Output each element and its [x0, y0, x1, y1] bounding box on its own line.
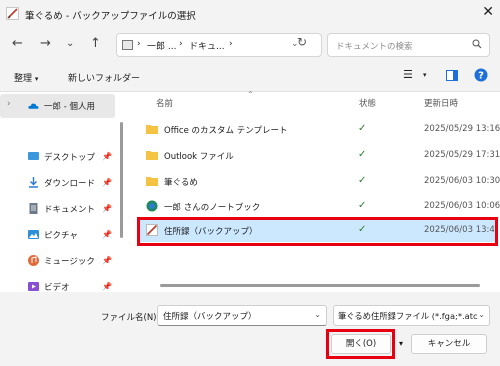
filename-field[interactable]: 住所録（バックアップ） ⌄ [157, 305, 327, 326]
file-modified: 2025/06/03 10:06 [424, 201, 500, 211]
help-icon[interactable]: ? [474, 68, 488, 85]
selection-highlight-box [137, 217, 498, 246]
breadcrumb-separator-icon: › [229, 39, 233, 49]
column-header-status[interactable]: 状態 [359, 97, 376, 109]
sidebar-item-label: ピクチャ [44, 231, 78, 241]
horizontal-scrollbar[interactable] [160, 284, 480, 287]
view-options-chevron-icon[interactable]: ▾ [423, 71, 427, 79]
folder-icon [146, 125, 158, 134]
svg-text:?: ? [478, 71, 484, 82]
window-title: 筆ぐるめ - バックアップファイルの選択 [25, 11, 196, 22]
filename-label: ファイル名(N): [101, 313, 160, 323]
file-list: 名前 ⌃ 状態 更新日時 Office のカスタム テンプレート ✓ 2025/… [128, 90, 500, 292]
list-item[interactable]: 筆ぐるめ ✓ 2025/06/03 10:30 [138, 171, 500, 193]
pin-icon[interactable]: 📌 [102, 204, 112, 213]
expand-chevron-icon[interactable]: › [7, 99, 11, 109]
search-box[interactable]: ドキュメントの検索 [327, 33, 490, 57]
up-arrow-icon[interactable]: ↑ [90, 36, 101, 51]
organize-label: 整理 [14, 74, 33, 84]
breadcrumb-separator-icon: › [179, 39, 183, 49]
breadcrumb-user[interactable]: 一郎 ... [147, 39, 176, 52]
command-toolbar: 整理 ▾ 新しいフォルダー ☰ ▾ ? [0, 62, 500, 92]
breadcrumb-separator-icon: › [137, 39, 141, 49]
close-icon[interactable]: ✕ [482, 4, 494, 20]
navigation-pane: › 一郎 - 個人用 デスクトップ 📌 ダウンロード 📌 ドキュメント 📌 ピク… [0, 92, 128, 293]
chevron-down-icon: ▾ [34, 75, 39, 83]
title-bar: 筆ぐるめ - バックアップファイルの選択 ✕ [0, 0, 500, 28]
filetype-value: 筆ぐるめ住所録ファイル (*.fga;*.atc [338, 311, 478, 321]
search-icon [472, 39, 482, 49]
document-icon [29, 203, 38, 214]
onenote-globe-icon [146, 200, 158, 212]
cancel-button[interactable]: キャンセル [411, 334, 487, 354]
sync-check-icon: ✓ [358, 149, 367, 160]
sidebar-item-onedrive[interactable]: › 一郎 - 個人用 [0, 94, 115, 118]
sync-check-icon: ✓ [358, 200, 367, 211]
list-item[interactable]: Office のカスタム テンプレート ✓ 2025/05/29 13:16 [138, 119, 500, 141]
sidebar-item-label: 一郎 - 個人用 [44, 102, 95, 112]
open-options-chevron-icon[interactable]: ▾ [395, 335, 407, 353]
open-button-highlight-box [326, 329, 395, 359]
list-item[interactable]: 一郎 さんのノートブック ✓ 2025/06/03 10:06 [138, 196, 500, 218]
navigation-bar: ← → ⌄ ↑ › 一郎 ... › ドキュ... › ⌄ ↻ ドキュメントの検… [0, 28, 500, 62]
dialog-footer: ファイル名(N): 住所録（バックアップ） ⌄ 筆ぐるめ住所録ファイル (*.f… [0, 292, 500, 366]
music-icon [28, 255, 39, 266]
folder-icon [146, 177, 158, 186]
download-icon [29, 177, 38, 188]
new-folder-button[interactable]: 新しいフォルダー [68, 71, 140, 84]
fudegurume-app-icon [6, 7, 19, 20]
onedrive-cloud-icon [28, 103, 39, 109]
sync-check-icon: ✓ [358, 175, 367, 186]
file-modified: 2025/05/29 13:16 [424, 124, 500, 134]
file-name: 一郎 さんのノートブック [164, 203, 261, 213]
back-arrow-icon[interactable]: ← [12, 36, 23, 51]
pin-icon[interactable]: 📌 [102, 152, 112, 161]
location-icon [122, 40, 133, 50]
recent-locations-chevron-icon[interactable]: ⌄ [66, 38, 74, 49]
desktop-icon [28, 152, 39, 160]
file-name: Office のカスタム テンプレート [164, 126, 288, 136]
list-item[interactable]: Outlook ファイル ✓ 2025/05/29 17:31 [138, 145, 500, 167]
file-modified: 2025/05/29 17:31 [424, 150, 500, 160]
pin-icon[interactable]: 📌 [102, 256, 112, 265]
pin-icon[interactable]: 📌 [102, 282, 112, 291]
file-modified: 2025/06/03 10:30 [424, 176, 500, 186]
search-input[interactable]: ドキュメントの検索 [336, 40, 413, 52]
chevron-down-icon[interactable]: ⌄ [478, 310, 485, 319]
sort-ascending-icon: ⌃ [247, 90, 254, 99]
sidebar-item-label: デスクトップ [44, 153, 96, 163]
pin-icon[interactable]: 📌 [102, 178, 112, 187]
folder-icon [146, 151, 158, 160]
file-name: 筆ぐるめ [164, 178, 198, 188]
view-list-icon[interactable]: ☰ [403, 68, 413, 81]
forward-arrow-icon[interactable]: → [40, 36, 51, 51]
column-header-modified[interactable]: 更新日時 [424, 97, 458, 109]
sync-check-icon: ✓ [358, 123, 367, 134]
pin-icon[interactable]: 📌 [102, 230, 112, 239]
chevron-down-icon[interactable]: ⌄ [314, 310, 321, 319]
file-name: Outlook ファイル [164, 152, 234, 162]
preview-pane-icon[interactable] [446, 70, 458, 84]
address-bar[interactable]: › 一郎 ... › ドキュ... › ⌄ [116, 33, 322, 57]
refresh-icon[interactable]: ↻ [297, 35, 307, 49]
breadcrumb-documents[interactable]: ドキュ... [189, 39, 225, 52]
column-header-name[interactable]: 名前 [156, 97, 173, 109]
sidebar-item-label: ダウンロード [44, 179, 96, 189]
sidebar-item-label: ミュージック [44, 257, 95, 267]
filetype-select[interactable]: 筆ぐるめ住所録ファイル (*.fga;*.atc ⌄ [333, 305, 490, 326]
sidebar-scrollbar[interactable] [120, 122, 123, 238]
pictures-icon [28, 230, 39, 239]
organize-button[interactable]: 整理 ▾ [14, 71, 38, 84]
video-icon [28, 282, 39, 291]
sidebar-item-label: ドキュメント [44, 205, 96, 215]
filename-value[interactable]: 住所録（バックアップ） [163, 310, 257, 322]
